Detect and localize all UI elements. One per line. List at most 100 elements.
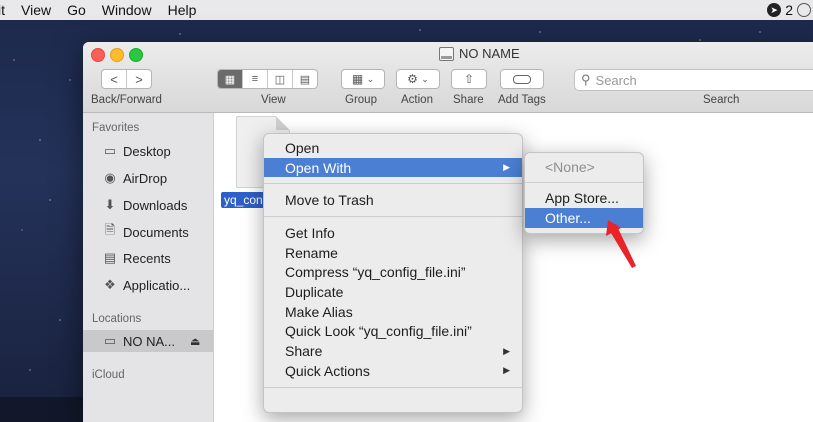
submenu-item-app-store[interactable]: App Store...	[525, 188, 643, 208]
menu-separator	[264, 386, 522, 388]
search-icon: ⚲	[581, 72, 591, 87]
menu-item-label: Open With	[285, 159, 352, 176]
chevron-down-icon: ⌄	[421, 73, 429, 84]
menu-separator	[525, 182, 643, 183]
menu-item-label: Make Alias	[285, 303, 353, 320]
airdrop-icon: ◉	[104, 170, 116, 185]
menu-item-compress[interactable]: Compress “yq_config_file.ini”	[264, 262, 522, 282]
search-field[interactable]: ⚲ Search	[574, 69, 813, 91]
sidebar-item-label: NO NA...	[123, 333, 176, 349]
menu-separator	[264, 183, 522, 185]
gear-icon: ⚙	[407, 72, 418, 86]
notification-icon[interactable]: ➤	[767, 3, 782, 17]
zoom-button[interactable]	[129, 48, 143, 62]
sidebar-item-desktop[interactable]: ▭ Desktop	[83, 140, 213, 162]
menu-item-open[interactable]: Open	[264, 138, 522, 158]
sidebar-item-label: Desktop	[123, 143, 171, 159]
menu-item-quick-look[interactable]: Quick Look “yq_config_file.ini”	[264, 322, 522, 342]
add-tags-button[interactable]	[500, 69, 544, 89]
view-caption: View	[261, 94, 286, 106]
status-tray: ➤ 2	[767, 0, 813, 20]
menu-item-label: Open	[285, 139, 320, 156]
back-forward-control: < >	[101, 69, 152, 89]
menu-item-label: <None>	[545, 159, 595, 175]
menu-item-duplicate[interactable]: Duplicate	[264, 282, 522, 302]
forward-button[interactable]: >	[127, 70, 151, 88]
file-name-label[interactable]: yq_con	[221, 192, 266, 208]
menu-item-label: Move to Trash	[285, 192, 374, 209]
chevron-right-icon: >	[135, 71, 143, 87]
disk-icon	[439, 46, 454, 61]
menu-item-label: Quick Actions	[285, 362, 370, 379]
sidebar-item-no-name[interactable]: ▭ NO NA... ⏏	[83, 330, 213, 352]
back-forward-caption: Back/Forward	[91, 94, 162, 106]
action-caption: Action	[401, 94, 433, 106]
view-control: ▦ ≡ ◫ ▤	[217, 69, 318, 89]
disk-icon: ▭	[103, 333, 117, 348]
menu-item-open-with[interactable]: Open With ▶	[264, 157, 522, 178]
menu-item-label: Rename	[285, 244, 338, 261]
annotation-arrow-icon	[606, 220, 636, 268]
submenu-arrow-icon: ▶	[503, 365, 510, 376]
menu-item-quick-actions[interactable]: Quick Actions ▶	[264, 361, 522, 381]
window-toolbar: NO NAME < > Back/Forward ▦ ≡ ◫ ▤ View ▦ …	[83, 42, 813, 113]
sidebar-item-applications[interactable]: ❖ Applicatio...	[83, 274, 213, 296]
menu-item-label: Other...	[545, 210, 591, 226]
recents-icon: ▤	[103, 250, 117, 265]
context-menu: Open Open With ▶ Move to Trash Get Info R…	[263, 133, 523, 413]
sidebar-item-label: Recents	[123, 250, 171, 266]
submenu-item-none: <None>	[525, 157, 643, 177]
eject-icon[interactable]: ⏏	[190, 335, 200, 348]
locations-header: Locations	[92, 313, 142, 325]
chevron-down-icon: ⌄	[366, 73, 375, 84]
sidebar-item-label: Applicatio...	[123, 277, 191, 293]
sidebar-item-airdrop[interactable]: ◉ AirDrop	[83, 167, 213, 189]
menu-item-window[interactable]: Window	[94, 2, 160, 18]
sidebar-item-label: Downloads	[123, 197, 188, 213]
menu-item-go[interactable]: Go	[59, 2, 94, 18]
sidebar-item-label: AirDrop	[123, 170, 168, 186]
minimize-button[interactable]	[110, 48, 124, 62]
menu-item-get-info[interactable]: Get Info	[264, 223, 522, 243]
menu-item-rename[interactable]: Rename	[264, 243, 522, 263]
siri-icon[interactable]	[797, 3, 811, 17]
icon-view-button[interactable]: ▦	[218, 70, 243, 88]
favorites-header: Favorites	[92, 122, 140, 134]
menu-item-move-to-trash[interactable]: Move to Trash	[264, 190, 522, 210]
list-view-button[interactable]: ≡	[243, 70, 268, 88]
back-button[interactable]: <	[102, 70, 127, 88]
menu-item-help[interactable]: Help	[160, 2, 205, 18]
search-caption: Search	[703, 94, 740, 106]
group-caption: Group	[345, 94, 377, 106]
menu-item-share[interactable]: Share ▶	[264, 341, 522, 361]
grid-icon: ▦	[224, 73, 236, 86]
share-icon: ⇧	[463, 72, 475, 86]
menu-item-label: Compress “yq_config_file.ini”	[285, 264, 466, 281]
applications-icon: ❖	[104, 277, 116, 292]
share-button[interactable]: ⇧	[451, 69, 487, 89]
menu-separator	[264, 216, 522, 218]
desktop-icon: ▭	[103, 143, 117, 158]
search-placeholder: Search	[595, 72, 637, 88]
sidebar-item-documents[interactable]: 🗎 Documents	[83, 221, 213, 243]
group-button[interactable]: ▦ ⌄	[341, 69, 385, 89]
menu-item-make-alias[interactable]: Make Alias	[264, 302, 522, 322]
sidebar-item-label: Documents	[123, 224, 189, 240]
sidebar: Favorites ▭ Desktop ◉ AirDrop ⬇ Download…	[83, 113, 214, 422]
column-view-button[interactable]: ◫	[268, 70, 293, 88]
menu-item-view[interactable]: View	[13, 2, 59, 18]
action-button[interactable]: ⚙ ⌄	[396, 69, 440, 89]
gallery-view-button[interactable]: ▤	[293, 70, 317, 88]
list-icon: ≡	[251, 73, 259, 85]
share-caption: Share	[453, 94, 484, 106]
menu-item-label: Quick Look “yq_config_file.ini”	[285, 323, 472, 340]
tag-icon	[513, 74, 531, 84]
menu-item-label: Duplicate	[285, 283, 344, 300]
menu-item-app[interactable]: it	[0, 2, 13, 18]
close-button[interactable]	[91, 48, 105, 62]
submenu-arrow-icon: ▶	[503, 345, 510, 356]
columns-icon: ◫	[274, 73, 286, 86]
sidebar-item-downloads[interactable]: ⬇ Downloads	[83, 194, 213, 216]
sidebar-item-recents[interactable]: ▤ Recents	[83, 247, 213, 269]
menu-bar: it View Go Window Help ➤ 2	[0, 0, 813, 21]
